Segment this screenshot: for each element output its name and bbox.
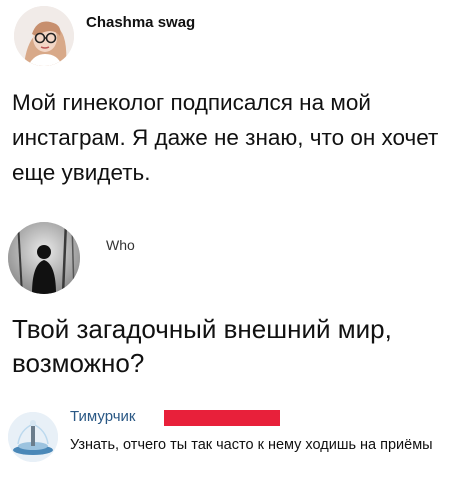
avatar-girl-icon bbox=[14, 6, 74, 66]
comment-text: Узнать, отчего ты так часто к нему ходиш… bbox=[70, 437, 433, 453]
post-author-name[interactable]: Chashma swag bbox=[86, 14, 195, 31]
redaction-bar bbox=[164, 410, 280, 426]
avatar-who[interactable] bbox=[8, 222, 80, 294]
post-text: Мой гинеколог подписался на мой инстагра… bbox=[12, 90, 439, 185]
post-author-name[interactable]: Who bbox=[106, 237, 135, 253]
avatar-chashma[interactable] bbox=[14, 6, 74, 66]
post-text: Твой загадочный внешний мир, возможно? bbox=[12, 314, 392, 378]
comment-author-name[interactable]: Тимурчик bbox=[70, 408, 135, 425]
avatar-timurchik[interactable] bbox=[8, 412, 58, 462]
post-chashma: Chashma swag Мой гинеколог подписался на… bbox=[0, 0, 469, 200]
avatar-silhouette-icon bbox=[8, 222, 80, 294]
avatar-fountain-icon bbox=[8, 412, 58, 462]
